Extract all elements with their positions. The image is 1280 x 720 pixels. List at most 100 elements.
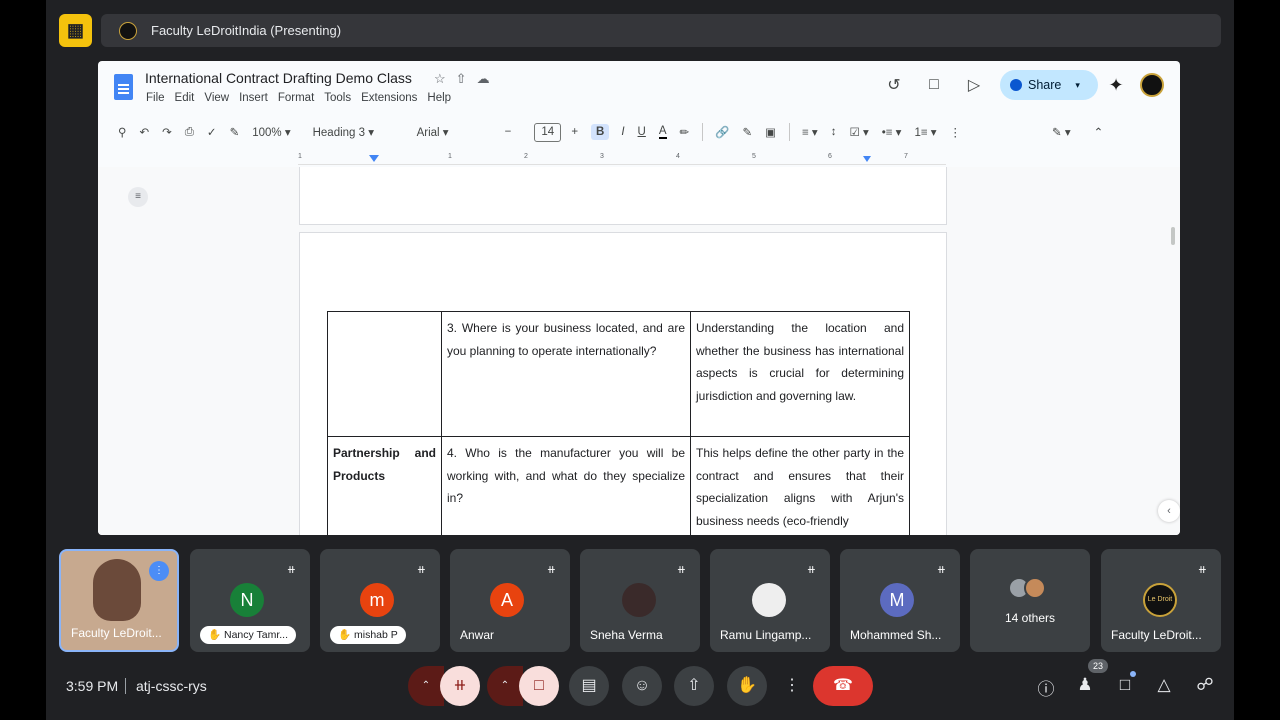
participant-tile[interactable]: ⧺ M Mohammed Sh... — [840, 549, 960, 652]
add-comment-icon[interactable]: ✎ — [743, 125, 753, 139]
table-cell[interactable]: Partnership and Products — [327, 436, 442, 535]
video-settings-chevron-icon[interactable]: ⌃ — [487, 666, 523, 706]
version-history-icon[interactable]: ↺ — [874, 75, 914, 95]
underline-button[interactable]: U — [638, 126, 646, 138]
checklist-icon[interactable]: ☑ ▾ — [849, 125, 868, 139]
document-canvas: ≡ 3. Where is your business located, and… — [98, 167, 1180, 535]
paragraph-style-select[interactable]: Heading 3 ▾ — [313, 125, 397, 139]
numbered-list-icon[interactable]: 1≡ ▾ — [914, 125, 936, 139]
redo-icon[interactable]: ↷ — [162, 125, 172, 139]
ruler[interactable]: 1 1 2 3 4 5 6 7 — [298, 153, 946, 165]
right-indent-handle[interactable] — [863, 156, 871, 162]
document-outline-icon[interactable]: ≡ — [128, 187, 148, 207]
title-icons: ☆ ⇧ ☁ — [434, 71, 490, 87]
people-icon[interactable]: ♟ — [1073, 675, 1097, 695]
share-button[interactable]: Share ▾ — [1000, 70, 1098, 100]
comments-icon[interactable]: □ — [914, 76, 954, 94]
move-folder-icon[interactable]: ⇧ — [456, 71, 467, 87]
participant-strip: ⋮ Faculty LeDroit... ⧺ N ✋ Nancy Tamr...… — [59, 549, 1221, 652]
undo-icon[interactable]: ↶ — [139, 125, 149, 139]
speaking-indicator-icon: ⋮ — [149, 561, 169, 581]
table-cell[interactable] — [327, 311, 442, 437]
highlight-icon[interactable]: ✏ — [680, 125, 690, 139]
text-color-button[interactable]: A — [658, 125, 667, 139]
participant-tile[interactable]: ⧺ N ✋ Nancy Tamr... — [190, 549, 310, 652]
gemini-sparkle-icon[interactable]: ✦ — [1098, 75, 1134, 96]
captions-button[interactable]: ▤ — [569, 666, 609, 706]
raise-hand-button[interactable]: ✋ — [727, 666, 767, 706]
menu-format[interactable]: Format — [278, 92, 314, 104]
print-icon[interactable]: ⎙ — [185, 126, 194, 139]
bulleted-list-icon[interactable]: •≡ ▾ — [882, 125, 902, 139]
insert-link-icon[interactable]: 🔗 — [715, 125, 729, 139]
menu-tools[interactable]: Tools — [324, 92, 351, 104]
table-cell[interactable]: 4. Who is the manufacturer you will be w… — [441, 436, 691, 535]
page-current[interactable]: 3. Where is your business located, and a… — [299, 232, 947, 535]
menu-file[interactable]: File — [146, 92, 165, 104]
top-bar: ▦ Faculty LeDroitIndia (Presenting) — [59, 14, 1221, 47]
menu-insert[interactable]: Insert — [239, 92, 268, 104]
leave-call-button[interactable]: ☎ — [813, 666, 873, 706]
meeting-info-icon[interactable]: ⓘ — [1034, 675, 1058, 700]
chat-icon[interactable]: □ — [1113, 675, 1137, 695]
participant-tile[interactable]: ⋮ Faculty LeDroit... — [59, 549, 179, 652]
table-cell[interactable]: This helps define the other party in the… — [690, 436, 910, 535]
font-size-input[interactable]: 14 — [534, 122, 562, 142]
chevron-left-icon[interactable]: ‹ — [1158, 500, 1180, 522]
paint-format-icon[interactable]: ✎ — [230, 125, 240, 139]
table-row: 3. Where is your business located, and a… — [327, 311, 910, 437]
vertical-scrollbar[interactable] — [1171, 227, 1175, 245]
more-options-icon[interactable]: ⋮ — [950, 125, 962, 139]
participant-tile[interactable]: ⧺ Le Droit Faculty LeDroit... — [1101, 549, 1221, 652]
mic-toggle-button[interactable]: ⧺ — [440, 666, 480, 706]
cloud-saved-icon[interactable]: ☁ — [477, 71, 490, 87]
menu-extensions[interactable]: Extensions — [361, 92, 417, 104]
account-avatar[interactable] — [1140, 73, 1164, 97]
participant-tile[interactable]: ⧺ m ✋ mishab P — [320, 549, 440, 652]
toolbar-divider — [702, 123, 704, 141]
participant-tile[interactable]: ⧺ A Anwar — [450, 549, 570, 652]
table-cell[interactable]: Understanding the location and whether t… — [690, 311, 910, 437]
doc-top-right: ↺ □ ▷ Share ▾ ✦ — [874, 69, 1180, 101]
bold-button[interactable]: B — [591, 124, 610, 140]
shared-document-window: International Contract Drafting Demo Cla… — [98, 61, 1180, 535]
font-select[interactable]: Arial ▾ — [417, 125, 483, 139]
meeting-code: atj-cssc-rys — [136, 678, 207, 694]
left-indent-handle[interactable] — [369, 155, 379, 162]
table-cell[interactable]: 3. Where is your business located, and a… — [441, 311, 691, 437]
present-screen-button[interactable]: ⇧ — [674, 666, 714, 706]
chevron-down-icon[interactable]: ▾ — [1075, 80, 1080, 91]
spellcheck-icon[interactable]: ✓ — [207, 125, 217, 139]
audio-settings-chevron-icon[interactable]: ⌃ — [408, 666, 444, 706]
insert-image-icon[interactable]: ▣ — [765, 125, 776, 139]
ledroit-logo: Le Droit — [1143, 583, 1177, 617]
meet-camera-icon[interactable]: ▷ — [954, 75, 994, 95]
participant-tile[interactable]: ⧺ Ramu Lingamp... — [710, 549, 830, 652]
menu-view[interactable]: View — [204, 92, 229, 104]
zoom-select[interactable]: 100% ▾ — [252, 125, 290, 139]
ruler-mark: 1 — [298, 153, 302, 160]
hide-menus-icon[interactable]: ⌃ — [1094, 125, 1104, 139]
host-controls-lock-icon[interactable]: ☍ — [1193, 675, 1217, 695]
participant-avatar: M — [880, 583, 914, 617]
google-docs-icon[interactable] — [114, 74, 133, 100]
menu-edit[interactable]: Edit — [175, 92, 195, 104]
others-tile[interactable]: 14 others — [970, 549, 1090, 652]
camera-toggle-button[interactable]: □ — [519, 666, 559, 706]
participant-tile[interactable]: ⧺ Sneha Verma — [580, 549, 700, 652]
more-options-button[interactable]: ⋮ — [778, 666, 806, 706]
document-title[interactable]: International Contract Drafting Demo Cla… — [145, 70, 412, 86]
menu-help[interactable]: Help — [427, 92, 451, 104]
line-spacing-icon[interactable]: ↕ — [831, 126, 837, 138]
mic-off-icon: ⧺ — [416, 564, 426, 576]
editing-mode-icon[interactable]: ✎ ▾ — [1052, 125, 1071, 139]
search-menus-icon[interactable]: ⚲ — [118, 125, 126, 139]
italic-button[interactable]: I — [621, 126, 624, 138]
star-icon[interactable]: ☆ — [434, 71, 446, 87]
activities-icon[interactable]: △ — [1152, 675, 1176, 695]
emoji-reactions-button[interactable]: ☺ — [622, 666, 662, 706]
align-icon[interactable]: ≡ ▾ — [802, 125, 818, 139]
mic-off-icon: ⧺ — [676, 564, 686, 576]
increase-font-size-icon[interactable]: + — [571, 126, 578, 138]
decrease-font-size-icon[interactable]: − — [505, 126, 512, 138]
